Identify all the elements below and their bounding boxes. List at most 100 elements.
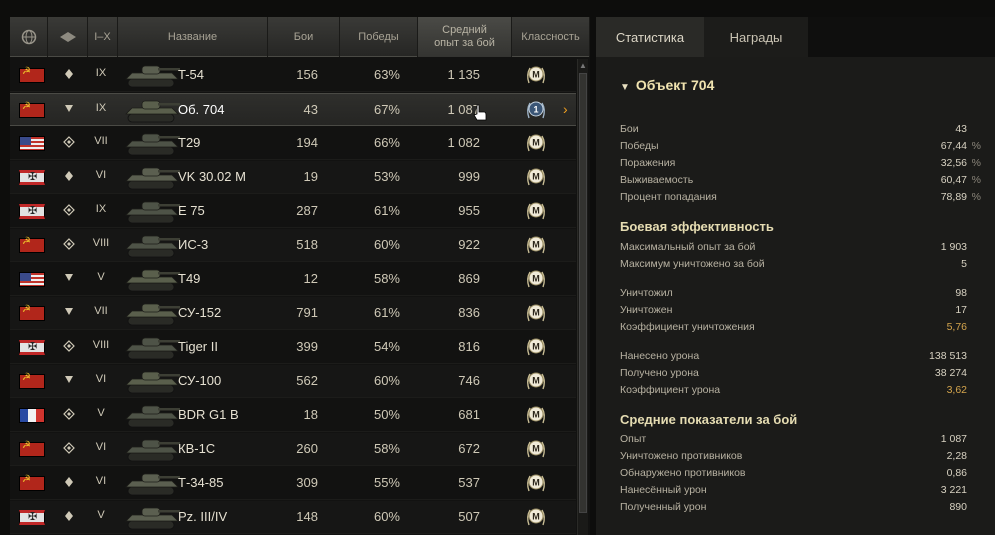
table-row[interactable]: VIII Tiger II 399 54% 816 M	[10, 331, 576, 364]
battles-value: 148	[296, 509, 318, 524]
stat-value: 3,62	[946, 384, 967, 396]
table-row[interactable]: VII СУ-152 791 61% 836 M	[10, 297, 576, 330]
mastery-badge-icon: M	[524, 369, 548, 393]
stat-row: Выживаемость 60,47 %	[620, 174, 982, 190]
avg-xp-value: 816	[458, 339, 480, 354]
table-row[interactable]: VII T29 194 66% 1 082 M	[10, 127, 576, 160]
stat-label: Выживаемость	[620, 174, 694, 186]
stat-row: Уничтожено противников 2,28	[620, 450, 982, 466]
sort-by-nation[interactable]	[10, 17, 48, 57]
stat-label: Поражения	[620, 157, 676, 169]
collapse-triangle-icon: ▼	[620, 82, 630, 93]
stat-row: Нанесённый урон 3 221	[620, 484, 982, 500]
battles-value: 18	[303, 407, 318, 422]
stat-unit: %	[971, 157, 981, 169]
stat-value: 43	[955, 123, 967, 135]
sort-by-type[interactable]	[48, 17, 88, 57]
tab-awards[interactable]: Награды	[704, 17, 808, 57]
vehicle-name: E 75	[178, 203, 205, 218]
td-icon	[63, 374, 75, 388]
sort-by-tier[interactable]: I–X	[88, 17, 118, 57]
stat-row: Коэффициент урона 3,62	[620, 384, 982, 400]
avg-xp-value: 955	[458, 203, 480, 218]
avg-xp-value: 869	[458, 271, 480, 286]
tier-label: VII	[94, 135, 108, 147]
stat-row: Поражения 32,56 %	[620, 157, 982, 173]
medium-tank-icon	[63, 170, 75, 184]
table-row[interactable]: IX Об. 704 43 67% 1 087 1 ›	[10, 93, 576, 126]
table-row[interactable]: VI VK 30.02 M 19 53% 999 M	[10, 161, 576, 194]
scrollbar-thumb[interactable]	[579, 73, 587, 513]
stat-value: 5	[961, 258, 967, 270]
table-row[interactable]: VI СУ-100 562 60% 746 M	[10, 365, 576, 398]
vehicle-title-text: Объект 704	[635, 77, 715, 93]
stat-row: Процент попадания 78,89 %	[620, 191, 982, 207]
flag-france-icon	[19, 408, 45, 423]
table-row[interactable]: IX E 75 287 61% 955 M	[10, 195, 576, 228]
tab-statistics[interactable]: Статистика	[596, 17, 704, 57]
avg-xp-value: 1 135	[447, 67, 480, 82]
mastery-badge-icon: M	[524, 233, 548, 257]
svg-text:M: M	[532, 376, 540, 386]
svg-text:M: M	[532, 70, 540, 80]
scrollbar[interactable]: ▲	[577, 59, 588, 535]
flag-usa-icon	[19, 136, 45, 151]
vehicle-name: КВ-1С	[178, 441, 216, 456]
flag-usa-icon	[19, 272, 45, 287]
avg-xp-value: 836	[458, 305, 480, 320]
vehicle-title[interactable]: ▼ Объект 704	[620, 77, 714, 93]
wins-value: 54%	[373, 339, 400, 354]
stat-row: Коэффициент уничтожения 5,76	[620, 321, 982, 337]
heavy-tank-icon	[63, 204, 75, 218]
wins-value: 58%	[373, 271, 400, 286]
svg-text:M: M	[532, 478, 540, 488]
sort-by-avg-xp[interactable]: Средний опыт за бой	[418, 17, 512, 57]
tank-image	[122, 127, 182, 159]
stat-value: 32,56	[940, 157, 967, 169]
stat-value: 0,86	[946, 467, 967, 479]
table-row[interactable]: V BDR G1 B 18 50% 681 M	[10, 399, 576, 432]
vehicle-name: Pz. III/IV	[178, 509, 228, 524]
tank-image	[122, 399, 182, 431]
stat-unit: %	[971, 174, 981, 186]
tank-image	[122, 331, 182, 363]
tier-label: VIII	[92, 237, 110, 249]
vehicle-name: СУ-152	[178, 305, 222, 320]
chevron-right-icon[interactable]: ›	[563, 101, 568, 117]
mastery-badge-icon: M	[524, 131, 548, 155]
tank-image	[122, 501, 182, 533]
mastery-badge-icon: M	[524, 403, 548, 427]
wins-value: 67%	[373, 102, 400, 117]
stat-value: 38 274	[934, 367, 967, 379]
wins-value: 60%	[373, 373, 400, 388]
stat-label: Нанесено урона	[620, 350, 700, 362]
stat-value: 1 903	[940, 241, 967, 253]
table-row[interactable]: VIII ИС-3 518 60% 922 M	[10, 229, 576, 262]
table-row[interactable]: VI Т-34-85 309 55% 537 M	[10, 467, 576, 500]
table-row[interactable]: V T49 12 58% 869 M	[10, 263, 576, 296]
mastery-badge-icon: M	[524, 335, 548, 359]
stat-value: 1 087	[940, 433, 967, 445]
scroll-up-icon[interactable]: ▲	[579, 61, 587, 70]
heavy-tank-icon	[63, 340, 75, 354]
table-row[interactable]: V Pz. III/IV 148 60% 507 M	[10, 501, 576, 534]
stat-row: Максимум уничтожено за бой 5	[620, 258, 982, 274]
td-icon	[63, 272, 75, 286]
table-row[interactable]: VI КВ-1С 260 58% 672 M	[10, 433, 576, 466]
mastery-badge-icon: M	[524, 437, 548, 461]
sort-by-wins[interactable]: Победы	[340, 17, 418, 57]
battles-value: 260	[296, 441, 318, 456]
table-row[interactable]: IX T-54 156 63% 1 135 M	[10, 59, 576, 92]
tank-image	[122, 94, 182, 126]
stat-label: Опыт	[620, 433, 647, 445]
sort-by-name[interactable]: Название	[118, 17, 268, 57]
tab-bar: Статистика Награды	[596, 17, 995, 57]
vehicle-name: Об. 704	[178, 102, 225, 117]
tier-label: VII	[94, 305, 108, 317]
sort-by-mastery[interactable]: Классность	[512, 17, 590, 57]
tank-image	[122, 161, 182, 193]
sort-by-battles[interactable]: Бои	[268, 17, 340, 57]
battles-value: 287	[296, 203, 318, 218]
stat-row: Полученный урон 890	[620, 501, 982, 517]
stat-label: Полученный урон	[620, 501, 707, 513]
